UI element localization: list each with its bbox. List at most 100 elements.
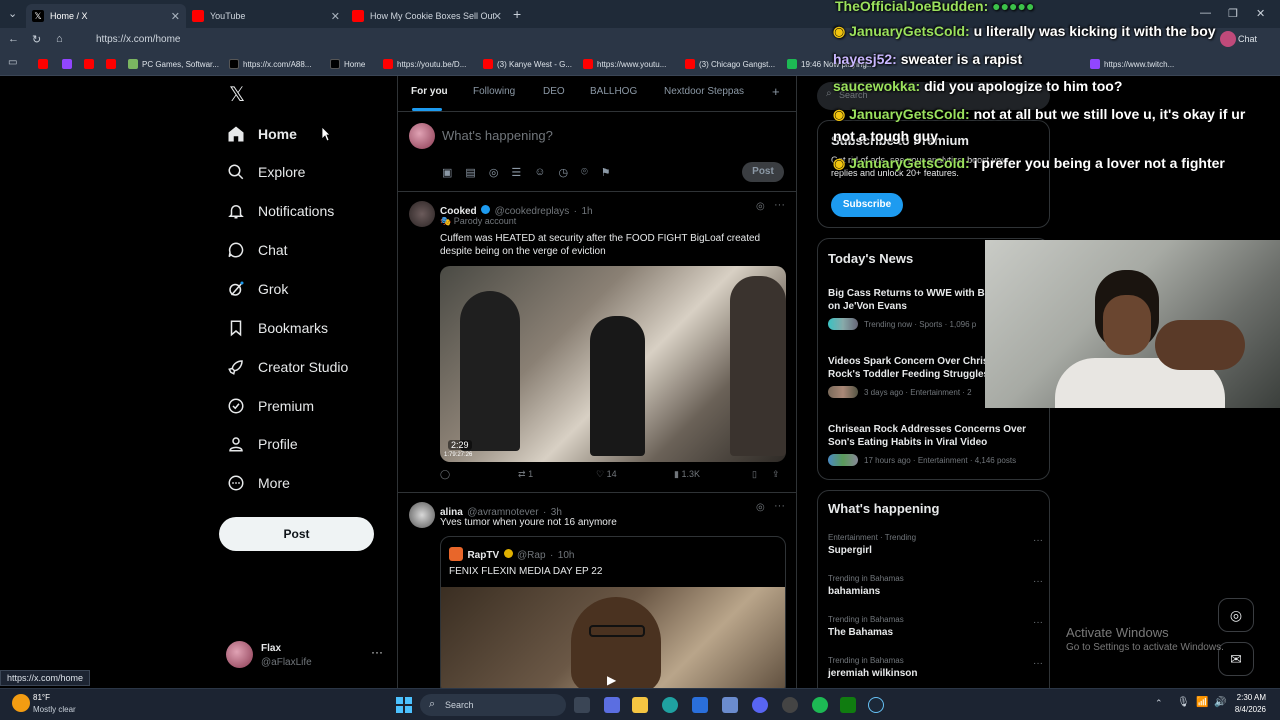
trend-item[interactable]: Trending in Bahamas jeremiah wilkinson ·…	[828, 656, 1043, 679]
minimize-icon[interactable]: —	[1200, 7, 1211, 19]
close-icon[interactable]: ✕	[171, 10, 180, 23]
views-button[interactable]: ▮ 1.3K	[674, 469, 700, 480]
tab-home-x[interactable]: 𝕏 Home / X ✕	[26, 4, 186, 28]
grok-icon[interactable]: ◎	[489, 166, 499, 179]
nav-grok[interactable]: Grok	[226, 274, 288, 304]
post-button[interactable]: Post	[219, 517, 374, 551]
more-dots-icon[interactable]: ···	[1033, 617, 1043, 628]
clock-date[interactable]: 8/4/2026	[1228, 705, 1266, 714]
poll-icon[interactable]: ☰	[511, 166, 521, 179]
tweet[interactable]: Cooked @cookedreplays · 1h 🎭 Parody acco…	[398, 193, 796, 493]
widgets-icon[interactable]	[604, 697, 620, 713]
copilot-icon[interactable]	[1220, 31, 1236, 47]
mic-icon[interactable]: 🎙	[1177, 697, 1190, 708]
like-button[interactable]: ♡ 14	[596, 469, 617, 480]
trend-item[interactable]: Entertainment · Trending Supergirl ···	[828, 533, 1043, 556]
file-explorer-icon[interactable]	[632, 697, 648, 713]
play-icon[interactable]: ▶	[607, 673, 616, 687]
tab-for-you[interactable]: For you	[411, 86, 448, 97]
bookmark-item[interactable]: PC Games, Softwar...	[128, 58, 219, 70]
bookmark-item[interactable]: https://x.com/A88...	[229, 58, 311, 70]
store-icon[interactable]	[692, 697, 708, 713]
chat-label[interactable]: Chat	[1238, 34, 1257, 44]
tab-video[interactable]: How My Cookie Boxes Sell Out Ev ✕	[346, 4, 508, 28]
back-icon[interactable]: ←	[8, 33, 19, 45]
bookmark-item[interactable]: (3) Kanye West - G...	[483, 58, 572, 70]
tab-deo[interactable]: DEO	[543, 86, 565, 97]
task-view-icon[interactable]	[574, 697, 590, 713]
tweet-video[interactable]: 2:29 1:79:27:26	[440, 266, 786, 462]
nav-notifications[interactable]: Notifications	[226, 196, 334, 226]
tab-youtube[interactable]: YouTube ✕	[186, 4, 346, 28]
nav-chat[interactable]: Chat	[226, 235, 288, 265]
weather-icon[interactable]	[12, 694, 30, 712]
bookmark-icon[interactable]: ▯	[752, 469, 757, 480]
close-icon[interactable]: ✕	[493, 10, 502, 23]
flag-icon[interactable]: ⚑	[601, 166, 611, 179]
spotify-icon[interactable]	[812, 697, 828, 713]
grok-float-button[interactable]: ◎	[1218, 598, 1254, 632]
nav-bookmarks[interactable]: Bookmarks	[226, 313, 328, 343]
news-item[interactable]: Chrisean Rock Addresses Concerns Over So…	[828, 423, 1043, 466]
nav-explore[interactable]: Explore	[226, 157, 305, 187]
bookmark-item[interactable]	[38, 58, 52, 70]
maximize-icon[interactable]: ❐	[1228, 7, 1238, 20]
start-icon[interactable]	[396, 697, 412, 713]
tab-ballhog[interactable]: BALLHOG	[590, 86, 637, 97]
schedule-icon[interactable]: ◷	[559, 166, 569, 179]
tweet[interactable]: alina @avramnotever · 3h ◎ ··· Yves tumo…	[398, 494, 796, 688]
taskbar-search[interactable]: ⌕ Search	[420, 694, 566, 716]
more-dots-icon[interactable]: ···	[1033, 658, 1043, 669]
bookmark-item[interactable]	[84, 58, 98, 70]
clock-time[interactable]: 2:30 AM	[1232, 693, 1266, 702]
retweet-button[interactable]: ⇄ 1	[518, 469, 533, 480]
steam-icon[interactable]	[868, 697, 884, 713]
composer-input[interactable]: What's happening?	[442, 128, 553, 143]
tab-following[interactable]: Following	[473, 86, 515, 97]
obs-icon[interactable]	[782, 697, 798, 713]
tab-nextdoor-steppas[interactable]: Nextdoor Steppas	[664, 86, 744, 97]
x-logo-icon[interactable]: 𝕏	[226, 84, 248, 106]
more-dots-icon[interactable]: ···	[774, 199, 785, 211]
new-tab-icon[interactable]: +	[513, 6, 521, 22]
tweet-time[interactable]: 1h	[581, 206, 592, 217]
quoted-video[interactable]: ▶	[441, 587, 785, 688]
bookmark-item[interactable]: https://www.twitch...	[1090, 58, 1174, 70]
volume-icon[interactable]: 🔊	[1214, 697, 1226, 708]
account-switcher[interactable]: Flax @aFlaxLife ···	[226, 639, 386, 673]
more-dots-icon[interactable]: ···	[371, 645, 383, 659]
bookmark-item[interactable]: https://youtu.be/D...	[383, 58, 466, 70]
gif-icon[interactable]: ▤	[465, 166, 475, 179]
bookmark-menu-icon[interactable]: ▭	[8, 57, 17, 68]
location-icon[interactable]: ⌾	[581, 166, 588, 179]
more-dots-icon[interactable]: ···	[1033, 535, 1043, 546]
weather-desc[interactable]: Mostly clear	[33, 705, 76, 714]
nav-premium[interactable]: Premium	[226, 391, 314, 421]
close-icon[interactable]: ✕	[331, 10, 340, 23]
quoted-tweet[interactable]: RapTV @Rap · 10h FENIX FLEXIN MEDIA DAY …	[440, 536, 786, 688]
url-field[interactable]: https://x.com/home	[86, 31, 786, 49]
image-icon[interactable]: ▣	[442, 166, 452, 179]
composer-post-button[interactable]: Post	[742, 162, 784, 182]
more-dots-icon[interactable]: ···	[774, 500, 785, 512]
weather-temp[interactable]: 81°F	[33, 693, 50, 702]
trend-item[interactable]: Trending in Bahamas The Bahamas ···	[828, 615, 1043, 638]
bookmark-item[interactable]	[106, 58, 120, 70]
app-icon[interactable]	[722, 697, 738, 713]
subscribe-button[interactable]: Subscribe	[831, 193, 903, 217]
chevron-up-icon[interactable]: ⌃	[1155, 698, 1163, 709]
reply-icon[interactable]: ◯	[440, 469, 450, 480]
nav-more[interactable]: More	[226, 468, 290, 498]
home-browser-icon[interactable]: ⌂	[56, 33, 63, 45]
bookmark-item[interactable]	[62, 58, 76, 70]
nav-creator-studio[interactable]: Creator Studio	[226, 352, 348, 382]
bookmark-item[interactable]: Home	[330, 58, 365, 70]
bookmark-item[interactable]: https://www.youtu...	[583, 58, 666, 70]
refresh-icon[interactable]: ↻	[32, 33, 41, 46]
bookmark-item[interactable]: (3) Chicago Gangst...	[685, 58, 775, 70]
grok-icon[interactable]: ◎	[756, 502, 765, 513]
edge-icon[interactable]	[662, 697, 678, 713]
window-close-icon[interactable]: ✕	[1256, 7, 1265, 20]
add-tab-icon[interactable]: +	[772, 84, 780, 99]
discord-icon[interactable]	[752, 697, 768, 713]
